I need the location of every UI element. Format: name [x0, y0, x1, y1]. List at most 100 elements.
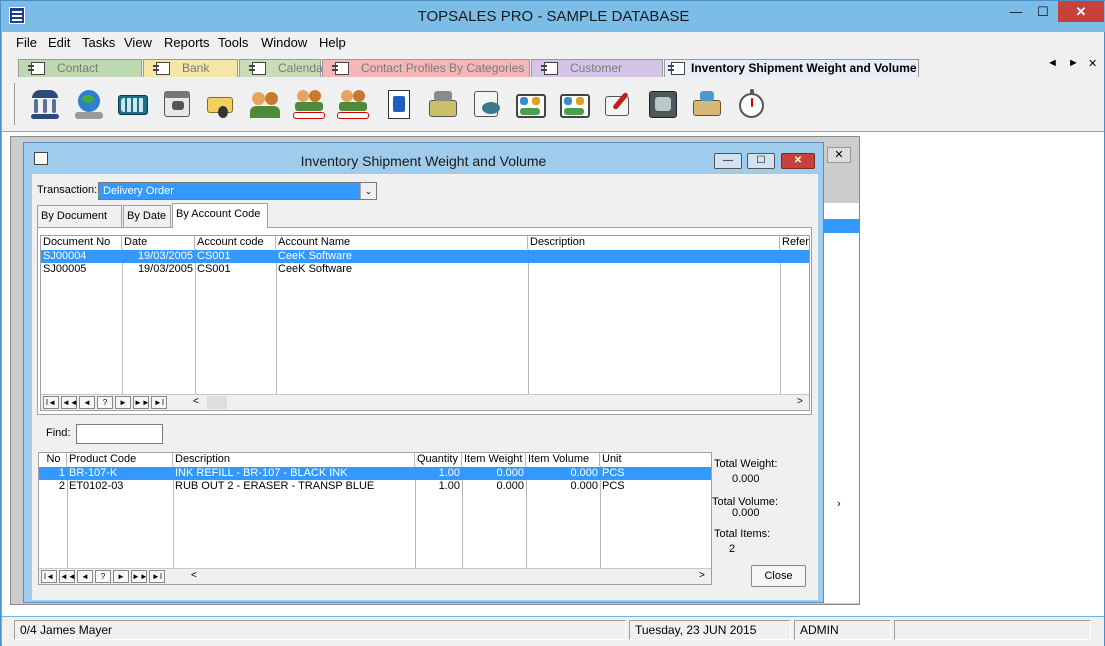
title-bar: TOPSALES PRO - SAMPLE DATABASE — ☐ ✕	[1, 1, 1105, 32]
app-window: TOPSALES PRO - SAMPLE DATABASE — ☐ ✕ Fil…	[0, 0, 1105, 646]
tab-by-document-no[interactable]: By Document No	[37, 205, 122, 242]
dollar-document-icon[interactable]	[382, 88, 416, 121]
document-stamp-icon[interactable]	[470, 88, 504, 121]
scroll-right-icon[interactable]: ›	[837, 498, 841, 510]
last-record-button[interactable]: ►I	[149, 570, 165, 583]
table-row[interactable]: SJ00005 19/03/2005 CS001 CeeK Software	[41, 263, 809, 276]
envelope-folder-icon[interactable]	[204, 88, 238, 121]
tab-close-icon[interactable]: ✕	[1088, 57, 1097, 70]
background-grid	[823, 203, 859, 603]
document-icon	[28, 62, 45, 75]
prev-page-button[interactable]: ◄◄	[59, 570, 76, 583]
maximize-button[interactable]: ☐	[1030, 1, 1056, 22]
table-row[interactable]: 1 BR-107-K INK REFILL - BR-107 - BLACK I…	[39, 467, 711, 480]
search-record-button[interactable]: ?	[97, 396, 113, 409]
chevron-down-icon[interactable]: ⌄	[360, 183, 376, 199]
menu-help[interactable]: Help	[319, 35, 346, 50]
column-header[interactable]: Account code	[195, 236, 276, 249]
column-header[interactable]: Item Weight	[462, 453, 526, 466]
find-input[interactable]	[76, 424, 163, 444]
bank-building-icon[interactable]	[28, 88, 62, 121]
dialog-maximize-button[interactable]: ☐	[747, 153, 775, 169]
column-header[interactable]: Quantity	[415, 453, 462, 466]
close-dialog-button[interactable]: Close	[751, 565, 806, 587]
column-header[interactable]: Refer	[780, 236, 809, 249]
tab-customer-invoices[interactable]: Customer Invoices	[531, 59, 663, 91]
toolbar-grip	[11, 83, 15, 125]
status-bar: 0/4 James Mayer Tuesday, 23 JUN 2015 ADM…	[2, 617, 1104, 646]
first-record-button[interactable]: I◄	[41, 570, 57, 583]
document-icon	[541, 62, 558, 75]
column-header[interactable]: Date	[122, 236, 195, 249]
menu-edit[interactable]: Edit	[48, 35, 70, 50]
tab-bank-book[interactable]: Bank Book	[143, 59, 238, 91]
scroll-right-icon[interactable]: >	[699, 569, 705, 583]
table-row[interactable]: SJ00004 19/03/2005 CS001 CeeK Software	[41, 250, 809, 263]
document-icon	[153, 62, 170, 75]
column-header[interactable]: Account Name	[276, 236, 528, 249]
menu-tools[interactable]: Tools	[218, 35, 248, 50]
calculator-keypad-icon[interactable]	[116, 88, 150, 121]
column-header[interactable]: No	[39, 453, 67, 466]
close-icon[interactable]: ✕	[827, 147, 851, 163]
table-row[interactable]: 2 ET0102-03 RUB OUT 2 - ERASER - TRANSP …	[39, 480, 711, 493]
column-header[interactable]: Document No	[41, 236, 122, 249]
contacts-html-icon[interactable]	[292, 88, 326, 121]
inventory-shipment-dialog: Inventory Shipment Weight and Volume — ☐…	[23, 142, 824, 603]
column-header[interactable]: Product Code	[67, 453, 173, 466]
stopwatch-icon[interactable]	[734, 88, 768, 121]
tab-next-icon[interactable]: ►	[1068, 57, 1079, 69]
first-record-button[interactable]: I◄	[43, 396, 59, 409]
transaction-select[interactable]: Delivery Order ⌄	[98, 182, 377, 200]
tab-prev-icon[interactable]: ◄	[1047, 57, 1058, 69]
prev-page-button[interactable]: ◄◄	[61, 396, 78, 409]
invoice-pen-icon[interactable]	[602, 88, 636, 121]
tab-by-account-code[interactable]: By Account Code	[172, 203, 268, 228]
status-record-user: 0/4 James Mayer	[14, 620, 626, 640]
column-header[interactable]: Description	[173, 453, 415, 466]
next-record-button[interactable]: ►	[115, 396, 131, 409]
shipping-box-icon[interactable]	[690, 88, 724, 121]
next-record-button[interactable]: ►	[113, 570, 129, 583]
calendar-icon[interactable]	[160, 88, 194, 121]
search-record-button[interactable]: ?	[95, 570, 111, 583]
contacts-html-2-icon[interactable]	[336, 88, 370, 121]
safe-icon[interactable]	[646, 88, 680, 121]
scroll-left-icon[interactable]: <	[191, 569, 197, 583]
horizontal-scroll-thumb[interactable]	[207, 396, 227, 409]
last-record-button[interactable]: ►I	[151, 396, 167, 409]
dialog-close-button[interactable]: ✕	[781, 153, 815, 169]
grid-header: Document No Date Account code Account Na…	[41, 236, 809, 249]
tab-contact-profiles[interactable]: Contact Profiles	[18, 59, 142, 91]
column-header[interactable]: Description	[528, 236, 780, 249]
tab-contact-profiles-by-categories[interactable]: Contact Profiles By Categories	[322, 59, 530, 77]
total-weight-value: 0.000	[732, 473, 760, 485]
status-date: Tuesday, 23 JUN 2015	[629, 620, 791, 640]
menu-file[interactable]: File	[16, 35, 37, 50]
menu-tasks[interactable]: Tasks	[82, 35, 115, 50]
minimize-button[interactable]: —	[1003, 1, 1029, 22]
prev-record-button[interactable]: ◄	[77, 570, 93, 583]
column-header[interactable]: Unit	[600, 453, 711, 466]
close-button[interactable]: ✕	[1058, 1, 1104, 22]
inventory-shelf-2-icon[interactable]	[558, 88, 592, 121]
contacts-people-icon[interactable]	[248, 88, 282, 121]
next-page-button[interactable]: ►►	[133, 396, 150, 409]
column-header[interactable]: Item Volume	[526, 453, 600, 466]
inventory-shelf-icon[interactable]	[514, 88, 548, 121]
transaction-value: Delivery Order	[103, 185, 174, 197]
dialog-minimize-button[interactable]: —	[714, 153, 742, 169]
menu-reports[interactable]: Reports	[164, 35, 210, 50]
menu-window[interactable]: Window	[261, 35, 307, 50]
cash-register-icon[interactable]	[426, 88, 460, 121]
globe-computer-icon[interactable]	[72, 88, 106, 121]
scroll-left-icon[interactable]: <	[193, 395, 199, 409]
next-page-button[interactable]: ►►	[131, 570, 148, 583]
tab-calendar[interactable]: Calendar	[239, 59, 327, 77]
tab-by-date[interactable]: By Date	[123, 205, 171, 227]
tab-inventory-shipment[interactable]: Inventory Shipment Weight and Volume	[664, 59, 919, 77]
status-extra	[894, 620, 1091, 640]
prev-record-button[interactable]: ◄	[79, 396, 95, 409]
menu-view[interactable]: View	[124, 35, 152, 50]
scroll-right-icon[interactable]: >	[797, 395, 803, 409]
